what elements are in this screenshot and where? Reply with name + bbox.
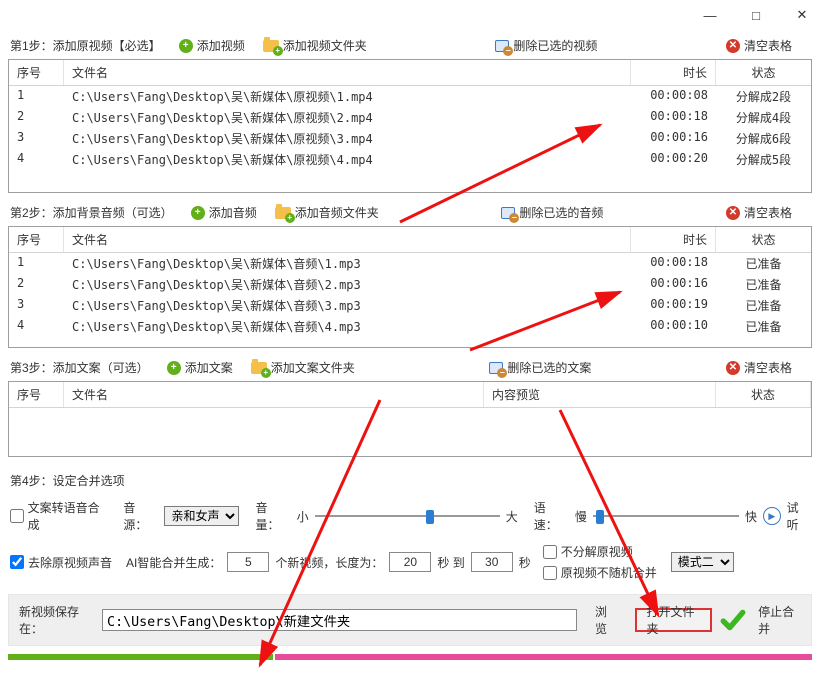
save-panel: 新视频保存在： 浏览 打开文件夹 停止合并 <box>8 594 812 646</box>
col-duration[interactable]: 时长 <box>631 60 716 85</box>
plus-icon: + <box>167 361 181 375</box>
save-path-label: 新视频保存在： <box>19 603 94 637</box>
table-row[interactable]: 3C:\Users\Fang\Desktop\吴\新媒体\原视频\3.mp400… <box>9 128 811 149</box>
progress-bar <box>8 654 812 660</box>
delete-selected-text-button[interactable]: 删除已选的文案 <box>489 359 591 376</box>
titlebar: — □ ✕ <box>0 0 820 30</box>
preview-button[interactable]: 试听 <box>787 499 810 533</box>
check-icon <box>720 607 746 633</box>
table-row[interactable]: 3C:\Users\Fang\Desktop\吴\新媒体\音频\3.mp300:… <box>9 295 811 316</box>
table-row[interactable]: 2C:\Users\Fang\Desktop\吴\新媒体\原视频\2.mp400… <box>9 107 811 128</box>
voice-label: 音源： <box>123 499 158 533</box>
col-index[interactable]: 序号 <box>9 382 64 407</box>
clear-icon: ✕ <box>726 361 740 375</box>
col-duration[interactable]: 时长 <box>631 227 716 252</box>
play-icon[interactable]: ▶ <box>763 507 781 525</box>
window-minimize-button[interactable]: — <box>698 3 722 27</box>
add-audio-button[interactable]: + 添加音频 <box>191 204 257 221</box>
volume-slider[interactable] <box>315 507 500 525</box>
browse-button[interactable]: 浏览 <box>585 608 626 632</box>
volume-label: 音量： <box>255 499 290 533</box>
step4-section: 第4步：设定合并选项 文案转语音合成 音源： 亲和女声 音量： 小 大 语速： … <box>0 461 820 588</box>
table-row[interactable]: 4C:\Users\Fang\Desktop\吴\新媒体\原视频\4.mp400… <box>9 149 811 170</box>
col-status[interactable]: 状态 <box>716 382 811 407</box>
table-row[interactable]: 4C:\Users\Fang\Desktop\吴\新媒体\音频\4.mp300:… <box>9 316 811 337</box>
col-filename[interactable]: 文件名 <box>64 60 631 85</box>
col-index[interactable]: 序号 <box>9 227 64 252</box>
table-row[interactable]: 2C:\Users\Fang\Desktop\吴\新媒体\音频\2.mp300:… <box>9 274 811 295</box>
save-path-input[interactable] <box>102 609 577 631</box>
add-video-button[interactable]: + 添加视频 <box>179 37 245 54</box>
voice-select[interactable]: 亲和女声 <box>164 506 239 526</box>
col-preview[interactable]: 内容预览 <box>484 382 716 407</box>
col-filename[interactable]: 文件名 <box>64 227 631 252</box>
text-table: 序号 文件名 内容预览 状态 <box>8 381 812 457</box>
add-video-folder-button[interactable]: 添加视频文件夹 <box>263 37 367 54</box>
tts-checkbox[interactable]: 文案转语音合成 <box>10 499 109 533</box>
clear-icon: ✕ <box>726 206 740 220</box>
ai-gen-label: AI智能合并生成： <box>126 554 221 571</box>
delete-selected-audio-button[interactable]: 删除已选的音频 <box>501 204 603 221</box>
clear-icon: ✕ <box>726 39 740 53</box>
delete-selected-video-button[interactable]: 删除已选的视频 <box>495 37 597 54</box>
no-random-merge-checkbox[interactable]: 原视频不随机合并 <box>543 564 657 581</box>
col-filename[interactable]: 文件名 <box>64 382 484 407</box>
folder-icon <box>275 207 291 219</box>
table-row[interactable]: 1C:\Users\Fang\Desktop\吴\新媒体\音频\1.mp300:… <box>9 253 811 274</box>
window-close-button[interactable]: ✕ <box>790 3 814 27</box>
step3-label: 第3步：添加文案（可选） <box>10 359 149 376</box>
clear-video-table-button[interactable]: ✕ 清空表格 <box>726 37 792 54</box>
add-text-folder-button[interactable]: 添加文案文件夹 <box>251 359 355 376</box>
step3-section: 第3步：添加文案（可选） + 添加文案 添加文案文件夹 删除已选的文案 ✕ 清空… <box>0 352 820 461</box>
video-table: 序号 文件名 时长 状态 1C:\Users\Fang\Desktop\吴\新媒… <box>8 59 812 193</box>
table-row[interactable]: 1C:\Users\Fang\Desktop\吴\新媒体\原视频\1.mp400… <box>9 86 811 107</box>
delete-icon <box>495 40 509 52</box>
length-to-input[interactable]: 30 <box>471 552 513 572</box>
col-status[interactable]: 状态 <box>716 227 811 252</box>
plus-icon: + <box>179 39 193 53</box>
folder-icon <box>251 362 267 374</box>
step1-section: 第1步：添加原视频【必选】 + 添加视频 添加视频文件夹 删除已选的视频 ✕ 清… <box>0 30 820 197</box>
no-split-checkbox[interactable]: 不分解原视频 <box>543 543 657 560</box>
ai-count-input[interactable]: 5 <box>227 552 269 572</box>
window-maximize-button[interactable]: □ <box>744 3 768 27</box>
col-status[interactable]: 状态 <box>716 60 811 85</box>
col-index[interactable]: 序号 <box>9 60 64 85</box>
step2-label: 第2步：添加背景音频（可选） <box>10 204 173 221</box>
speed-slider[interactable] <box>593 507 739 525</box>
length-from-input[interactable]: 20 <box>389 552 431 572</box>
plus-icon: + <box>191 206 205 220</box>
step2-section: 第2步：添加背景音频（可选） + 添加音频 添加音频文件夹 删除已选的音频 ✕ … <box>0 197 820 352</box>
clear-audio-table-button[interactable]: ✕ 清空表格 <box>726 204 792 221</box>
delete-icon <box>489 362 503 374</box>
clear-text-table-button[interactable]: ✕ 清空表格 <box>726 359 792 376</box>
step4-label: 第4步：设定合并选项 <box>10 472 125 489</box>
add-audio-folder-button[interactable]: 添加音频文件夹 <box>275 204 379 221</box>
mode-select[interactable]: 模式二 <box>671 552 734 572</box>
delete-icon <box>501 207 515 219</box>
stop-merge-button[interactable]: 停止合并 <box>758 603 801 637</box>
speed-label: 语速： <box>534 499 569 533</box>
audio-table: 序号 文件名 时长 状态 1C:\Users\Fang\Desktop\吴\新媒… <box>8 226 812 348</box>
folder-icon <box>263 40 279 52</box>
remove-orig-audio-checkbox[interactable]: 去除原视频声音 <box>10 554 112 571</box>
step1-label: 第1步：添加原视频【必选】 <box>10 37 161 54</box>
add-text-button[interactable]: + 添加文案 <box>167 359 233 376</box>
open-folder-button[interactable]: 打开文件夹 <box>635 608 713 632</box>
